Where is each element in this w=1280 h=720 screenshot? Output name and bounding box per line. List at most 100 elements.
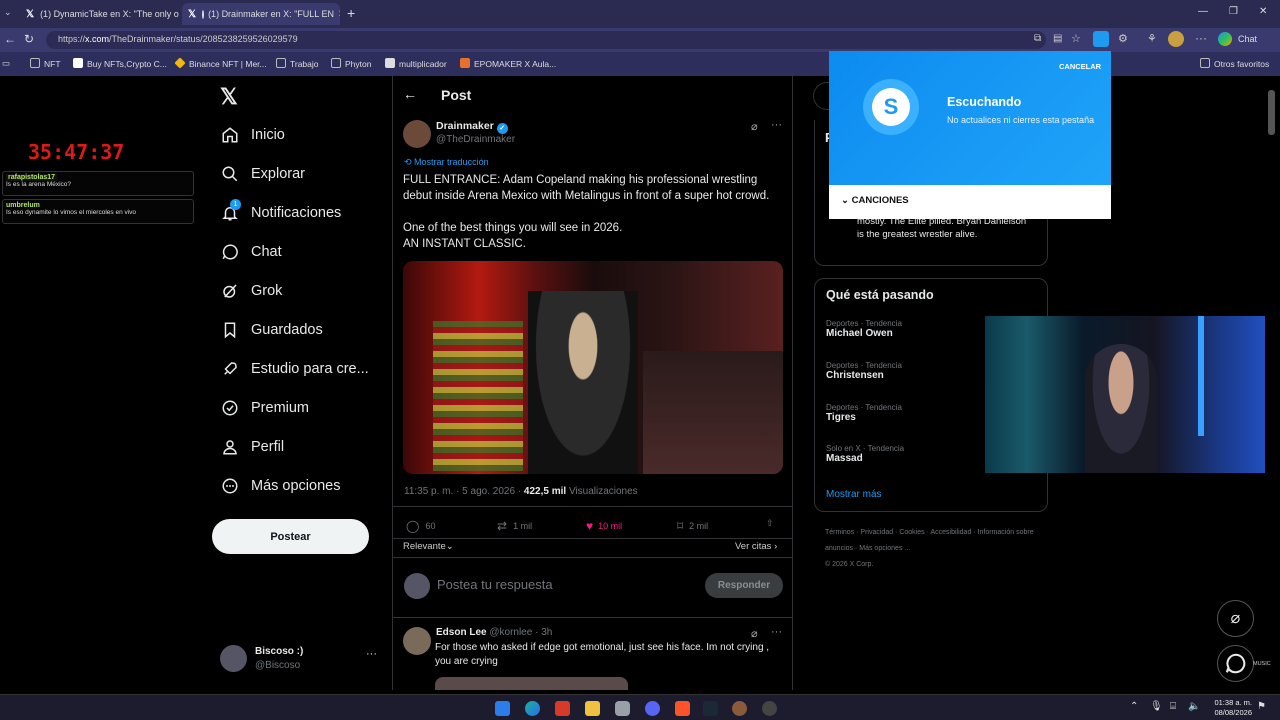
author-name-row[interactable]: Drainmaker ✓ (436, 120, 508, 134)
notifications-icon[interactable]: ⚑ (1257, 701, 1266, 712)
profile-avatar-icon[interactable] (1168, 31, 1184, 47)
restore-icon[interactable]: ❐ (1229, 6, 1238, 17)
post-button[interactable]: Postear (212, 519, 369, 554)
volume-icon[interactable]: 🔈 (1188, 701, 1200, 712)
post-video[interactable] (403, 261, 783, 474)
copilot-chat-label[interactable]: Chat (1238, 34, 1257, 44)
footer-link[interactable]: Cookies (899, 529, 924, 536)
app-icon[interactable] (732, 701, 747, 716)
close-window-icon[interactable]: ✕ (1259, 6, 1267, 17)
sidebar-toggle-icon[interactable]: ▭ (2, 58, 10, 69)
nav-notifications[interactable]: 1 Notificaciones (220, 199, 341, 225)
reply-button[interactable]: Responder (705, 573, 783, 598)
brave-icon[interactable] (675, 701, 690, 716)
obs-icon[interactable] (762, 701, 777, 716)
close-tab-icon[interactable]: ✕ (179, 9, 180, 20)
sort-dropdown[interactable]: Relevante⌄ (403, 541, 454, 552)
windows-start-icon[interactable] (495, 701, 510, 716)
back-icon[interactable]: ← (4, 32, 16, 46)
app-icon[interactable] (615, 701, 630, 716)
nav-grok[interactable]: Grok (220, 279, 282, 303)
trend-item[interactable]: Deportes · Tendencia Tigres (826, 403, 902, 423)
footer-link[interactable]: Privacidad (860, 529, 893, 536)
like-action[interactable]: ♥ 10 mil (586, 519, 622, 533)
tab-list-chevron-icon[interactable]: ⌄ (4, 7, 12, 18)
favorite-star-icon[interactable]: ☆ (1071, 32, 1081, 45)
nav-profile[interactable]: Perfil (220, 435, 284, 459)
show-more-link[interactable]: Mostrar más (826, 489, 882, 500)
steam-icon[interactable] (703, 701, 718, 716)
edge-icon[interactable] (525, 701, 540, 716)
nav-chat[interactable]: Chat (220, 240, 282, 264)
nav-more-options[interactable]: Más opciones (220, 474, 340, 498)
browser-tab[interactable]: 𝕏 (1) DynamicTake en X: "The only o ✕ (20, 3, 180, 25)
screenshot-icon[interactable]: ⧉ (1034, 33, 1041, 44)
bookmark-epomaker[interactable]: EPOMAKER X Aula... (460, 58, 556, 69)
discord-icon[interactable] (645, 701, 660, 716)
account-more-icon[interactable]: ··· (366, 648, 377, 660)
bookmark-trabajo[interactable]: Trabajo (276, 58, 319, 69)
microphone-icon[interactable]: 🎙 (1150, 701, 1163, 712)
nav-creator-studio[interactable]: Estudio para cre... (220, 357, 369, 381)
x-logo-icon[interactable]: 𝕏 (220, 84, 238, 110)
author-handle[interactable]: @TheDrainmaker (436, 134, 515, 145)
trend-item[interactable]: Deportes · Tendencia Michael Owen (826, 319, 902, 339)
author-avatar[interactable] (403, 120, 431, 148)
nav-bookmarks[interactable]: Guardados (220, 318, 323, 342)
view-quotes-link[interactable]: Ver citas › (735, 541, 777, 552)
bookmark-phyton[interactable]: Phyton (331, 58, 371, 69)
reply-author[interactable]: Edson Lee (436, 627, 487, 638)
reply-action[interactable]: ◯ 60 (406, 519, 435, 533)
more-menu-icon[interactable]: ··· (1195, 31, 1207, 45)
shazam-cancel-button[interactable]: CANCELAR (1059, 62, 1101, 71)
reload-icon[interactable]: ↻ (24, 32, 34, 46)
nav-home[interactable]: Inicio (220, 123, 285, 147)
bookmark-nft[interactable]: NFT (30, 58, 61, 69)
footer-link[interactable]: Términos (825, 529, 854, 536)
translate-link[interactable]: ⟲ Mostrar traducción (404, 157, 489, 168)
bookmark-multiplicador[interactable]: multiplicador (385, 58, 447, 69)
copilot-icon[interactable] (1218, 32, 1232, 46)
app-icon[interactable] (555, 701, 570, 716)
reader-icon[interactable]: ▤ (1053, 33, 1062, 44)
new-tab-icon[interactable]: + (347, 5, 355, 21)
network-icon[interactable]: ⌸ (1170, 701, 1176, 712)
back-arrow-icon[interactable]: ← (403, 86, 417, 102)
messages-floating-button[interactable] (1217, 645, 1254, 682)
reply-media[interactable] (435, 677, 628, 690)
share-icon[interactable]: ⇧ (766, 518, 774, 529)
reply-more-icon[interactable]: ··· (771, 626, 782, 638)
recording-icon (202, 9, 205, 19)
account-switcher[interactable]: Biscoso :) @Biscoso ··· (220, 645, 390, 675)
clock[interactable]: 01:38 a. m. 08/08/2026 (1208, 698, 1252, 718)
repost-action[interactable]: ⇄ 1 mil (497, 519, 532, 533)
grok-explain-icon[interactable]: ⌀ (751, 120, 758, 133)
post-timestamp[interactable]: 11:35 p. m. · 5 ago. 2026 · (404, 486, 521, 497)
bookmark-buy-nfts[interactable]: Buy NFTs,Crypto C... (73, 58, 167, 69)
shazam-extension-icon[interactable] (1093, 31, 1109, 47)
avatar[interactable] (403, 627, 431, 655)
tray-chevron-icon[interactable]: ⌃ (1130, 701, 1138, 712)
nav-explore[interactable]: Explorar (220, 162, 305, 186)
trend-item[interactable]: Solo en X · Tendencia Massad (826, 444, 904, 464)
shazam-songs-toggle[interactable]: ⌄ CANCIONES (841, 195, 909, 206)
grok-floating-icon[interactable]: ⌀ (1217, 600, 1254, 637)
page-scrollbar[interactable] (1268, 90, 1275, 135)
close-tab-icon[interactable]: ✕ (334, 9, 340, 20)
minimize-icon[interactable]: — (1198, 6, 1208, 17)
footer-link[interactable]: Accesibilidad (930, 529, 971, 536)
trend-item[interactable]: Deportes · Tendencia Christensen (826, 361, 902, 381)
nav-premium[interactable]: Premium (220, 396, 309, 420)
browser-tab-active[interactable]: 𝕏 (1) Drainmaker en X: "FULL EN ✕ (182, 3, 340, 25)
footer-link[interactable]: Más opciones ... (859, 545, 910, 552)
url-input[interactable]: https://x.com/TheDrainmaker/status/20852… (46, 31, 1046, 49)
grok-explain-icon[interactable]: ⌀ (751, 627, 758, 640)
reply-input[interactable]: Postea tu respuesta (437, 577, 553, 592)
other-bookmarks[interactable]: Otros favoritos (1200, 58, 1269, 69)
bookmark-action[interactable]: ⌑ 2 mil (677, 519, 708, 533)
post-more-icon[interactable]: ··· (771, 119, 782, 131)
collections-icon[interactable]: ⚘ (1147, 32, 1157, 45)
file-explorer-icon[interactable] (585, 701, 600, 716)
bookmark-binance[interactable]: Binance NFT | Mer... (174, 57, 267, 69)
extensions-icon[interactable]: ⚙ (1118, 32, 1128, 45)
